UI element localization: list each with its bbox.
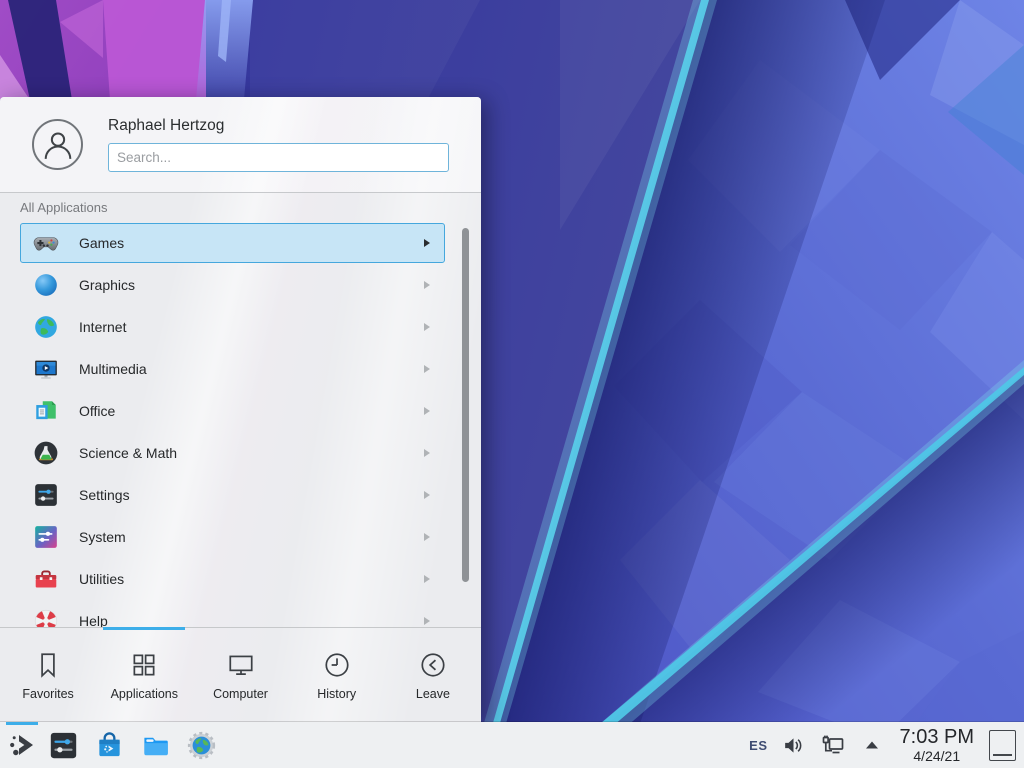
expand-tray-caret-icon <box>862 735 882 755</box>
discover-taskbar-button[interactable] <box>94 730 124 760</box>
section-label: All Applications <box>20 200 107 215</box>
office-icon <box>33 398 59 424</box>
menu-item-label: Internet <box>79 319 126 335</box>
wired-network-icon <box>820 732 846 758</box>
menu-item-multimedia[interactable]: Multimedia <box>20 349 445 389</box>
menu-item-science[interactable]: Science & Math <box>20 433 445 473</box>
games-icon <box>33 230 59 256</box>
submenu-arrow-icon <box>424 491 430 499</box>
menu-item-label: Multimedia <box>79 361 147 377</box>
science-icon <box>33 440 59 466</box>
clock-time: 7:03 PM <box>900 727 974 747</box>
menu-item-settings[interactable]: Settings <box>20 475 445 515</box>
taskbar-panel: ES 7:03 <box>0 722 1024 768</box>
expand-tray-button[interactable] <box>859 732 885 758</box>
menu-item-office[interactable]: Office <box>20 391 445 431</box>
history-icon <box>322 650 352 680</box>
submenu-arrow-icon <box>424 575 430 583</box>
launcher-tab-bar: Favorites Applications Computer History … <box>0 627 481 722</box>
application-launcher-menu: Raphael Hertzog All Applications Games <box>0 97 481 722</box>
tab-history[interactable]: History <box>289 628 385 722</box>
menu-item-utilities[interactable]: Utilities <box>20 559 445 599</box>
menu-item-graphics[interactable]: Graphics <box>20 265 445 305</box>
tab-computer[interactable]: Computer <box>192 628 288 722</box>
menu-item-label: Utilities <box>79 571 124 587</box>
menu-item-label: Science & Math <box>79 445 177 461</box>
applications-list: Games Graphics <box>0 218 481 627</box>
menu-item-label: Help <box>79 613 108 627</box>
graphics-icon <box>33 272 59 298</box>
menu-item-help[interactable]: Help <box>20 601 445 627</box>
multimedia-icon <box>33 356 59 382</box>
launcher-active-indicator <box>6 722 38 725</box>
keyboard-layout-indicator[interactable]: ES <box>749 738 767 753</box>
launcher-header: Raphael Hertzog <box>0 97 481 193</box>
submenu-arrow-icon <box>424 239 430 247</box>
web-browser-taskbar-button[interactable] <box>186 730 216 760</box>
file-manager-taskbar-button[interactable] <box>140 730 170 760</box>
utilities-icon <box>33 566 59 592</box>
user-name: Raphael Hertzog <box>108 117 224 135</box>
volume-icon <box>781 733 806 758</box>
applications-icon <box>129 650 159 680</box>
system-settings-taskbar-button[interactable] <box>48 730 78 760</box>
tab-favorites[interactable]: Favorites <box>0 628 96 722</box>
menu-item-system[interactable]: System <box>20 517 445 557</box>
user-icon <box>38 125 78 165</box>
tab-leave[interactable]: Leave <box>385 628 481 722</box>
leave-icon <box>418 650 448 680</box>
system-icon <box>33 524 59 550</box>
menu-item-label: Settings <box>79 487 130 503</box>
submenu-arrow-icon <box>424 323 430 331</box>
tab-applications[interactable]: Applications <box>96 628 192 722</box>
menu-item-label: Games <box>79 235 124 251</box>
user-avatar[interactable] <box>32 119 83 170</box>
search-input[interactable] <box>108 143 449 172</box>
menu-item-internet[interactable]: Internet <box>20 307 445 347</box>
submenu-arrow-icon <box>424 281 430 289</box>
favorites-icon <box>33 650 63 680</box>
submenu-arrow-icon <box>424 617 430 625</box>
help-icon <box>33 608 59 627</box>
internet-icon <box>33 314 59 340</box>
submenu-arrow-icon <box>424 533 430 541</box>
menu-item-label: Office <box>79 403 115 419</box>
volume-tray-button[interactable] <box>781 732 807 758</box>
show-desktop-button[interactable] <box>989 730 1016 761</box>
menu-item-label: Graphics <box>79 277 135 293</box>
computer-icon <box>226 650 256 680</box>
network-tray-button[interactable] <box>820 732 846 758</box>
list-scrollbar[interactable] <box>462 228 469 582</box>
menu-item-games[interactable]: Games <box>20 223 445 263</box>
folder-icon <box>141 731 170 760</box>
submenu-arrow-icon <box>424 449 430 457</box>
menu-item-label: System <box>79 529 126 545</box>
web-browser-globe-icon <box>187 731 216 760</box>
system-settings-icon <box>49 731 78 760</box>
submenu-arrow-icon <box>424 365 430 373</box>
application-launcher-button[interactable] <box>0 722 44 768</box>
submenu-arrow-icon <box>424 407 430 415</box>
settings-icon <box>33 482 59 508</box>
application-launcher-icon <box>7 730 37 760</box>
clock-date: 4/24/21 <box>900 749 974 763</box>
digital-clock[interactable]: 7:03 PM 4/24/21 <box>900 727 974 763</box>
discover-software-icon <box>95 731 124 760</box>
